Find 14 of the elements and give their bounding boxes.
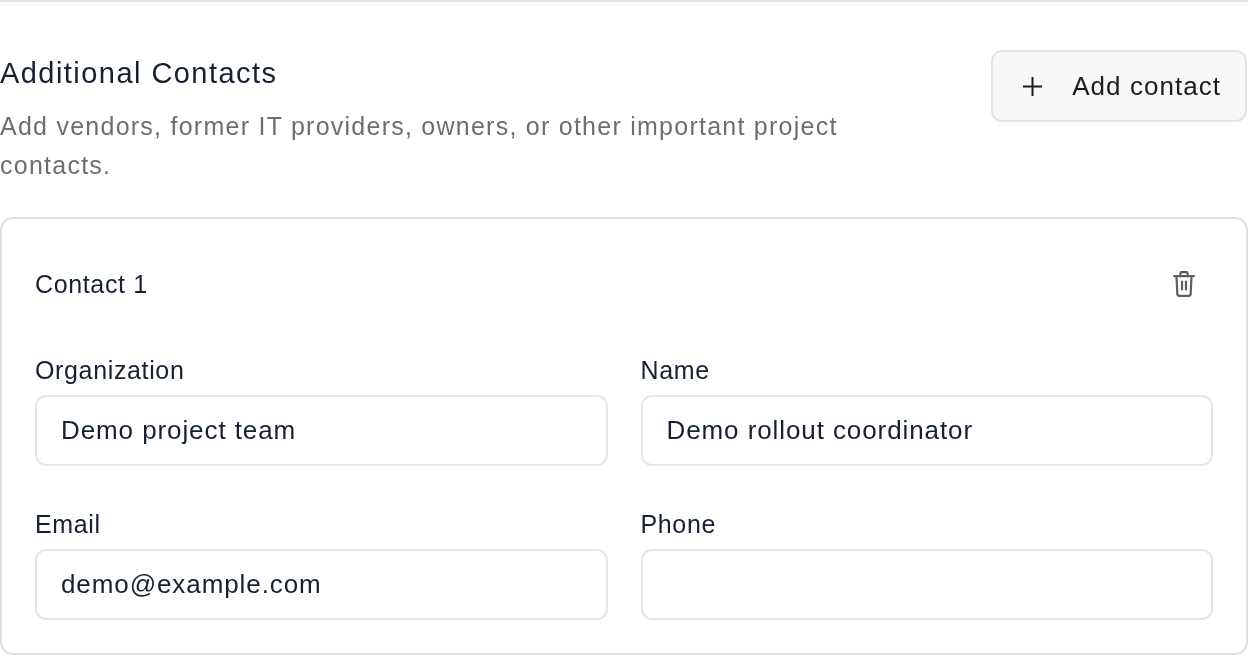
section-title: Additional Contacts bbox=[0, 56, 279, 91]
plus-icon bbox=[1023, 76, 1043, 96]
contact-title: Contact 1 bbox=[35, 269, 148, 300]
field-label: Email bbox=[35, 509, 102, 540]
add-contact-button[interactable]: Add contact bbox=[991, 50, 1247, 122]
field-label: Organization bbox=[35, 355, 186, 386]
field-label: Phone bbox=[640, 509, 717, 540]
input-field[interactable]: demo@example.com bbox=[35, 549, 608, 620]
input-field[interactable] bbox=[640, 549, 1213, 620]
input-field[interactable]: Demo project team bbox=[35, 395, 608, 466]
section-description: Add vendors, former IT providers, owners, or other important project contacts. bbox=[0, 111, 839, 181]
field-label: Name bbox=[640, 355, 711, 386]
input-field[interactable]: Demo rollout coordinator bbox=[640, 395, 1213, 466]
trash-icon bbox=[1173, 271, 1195, 297]
